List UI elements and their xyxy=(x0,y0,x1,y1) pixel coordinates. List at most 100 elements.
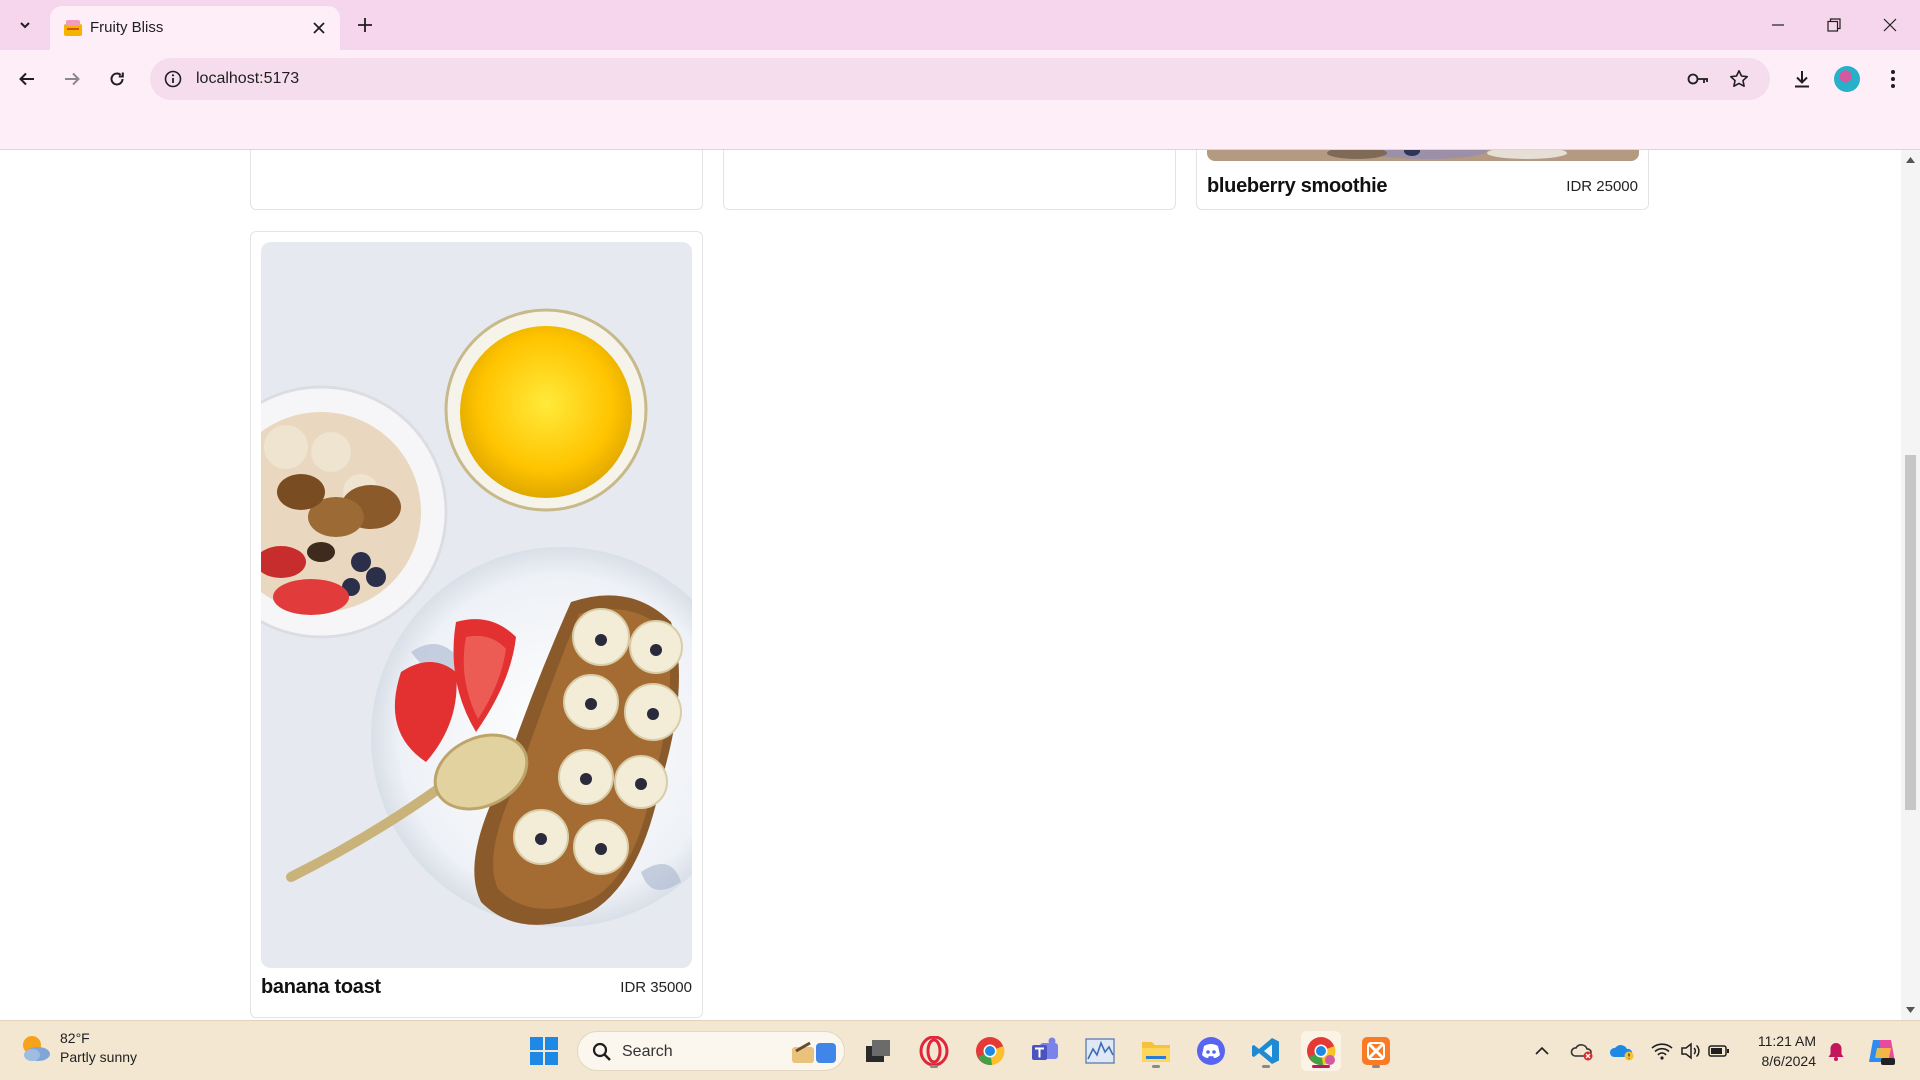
running-indicator xyxy=(930,1065,938,1068)
bookmark-star-button[interactable] xyxy=(1727,67,1751,91)
chrome-icon xyxy=(976,1037,1005,1066)
battery-icon xyxy=(1708,1045,1729,1057)
tab-strip: Fruity Bliss xyxy=(0,0,1920,50)
opera-icon xyxy=(919,1036,949,1066)
product-image xyxy=(261,242,692,968)
search-icon xyxy=(592,1042,611,1061)
xampp-app[interactable] xyxy=(1356,1031,1396,1071)
arrow-right-icon xyxy=(65,72,80,86)
onedrive-icon xyxy=(1609,1045,1634,1061)
windows-logo-icon xyxy=(530,1037,558,1065)
bell-icon xyxy=(1828,1043,1844,1061)
notifications-button[interactable] xyxy=(1822,1031,1850,1071)
discord-app[interactable] xyxy=(1191,1031,1231,1071)
start-button[interactable] xyxy=(524,1031,564,1071)
minimize-icon xyxy=(1772,24,1784,26)
running-indicator xyxy=(1152,1065,1160,1068)
chrome-app[interactable] xyxy=(970,1031,1010,1071)
task-view-button[interactable] xyxy=(858,1031,898,1071)
weather-temperature: 82°F xyxy=(60,1030,90,1046)
taskbar-search[interactable]: Search xyxy=(577,1031,845,1071)
discord-icon xyxy=(1197,1037,1225,1065)
cloud-offline-icon xyxy=(1570,1044,1593,1061)
avatar xyxy=(1834,66,1860,92)
clock[interactable]: 11:21 AM 8/6/2024 xyxy=(1748,1031,1816,1071)
fruit-favicon-icon xyxy=(64,20,82,36)
reload-button[interactable] xyxy=(100,62,134,96)
menu-button[interactable] xyxy=(1876,62,1910,96)
url-text[interactable]: localhost:5173 xyxy=(196,70,299,88)
triangle-down-icon xyxy=(1906,1007,1915,1013)
key-icon xyxy=(1687,73,1708,85)
clock-time: 11:21 AM xyxy=(1757,1033,1816,1049)
chart-app-icon xyxy=(1085,1038,1115,1064)
restore-icon xyxy=(1827,18,1841,32)
page-viewport: blueberry smoothie IDR 25000 banana toas… xyxy=(0,150,1901,1020)
browser-toolbar: localhost:5173 xyxy=(0,50,1920,108)
downloads-button[interactable] xyxy=(1785,62,1819,96)
profile-button[interactable] xyxy=(1830,62,1864,96)
weather-description: Partly sunny xyxy=(60,1049,138,1065)
more-vertical-icon xyxy=(1891,70,1895,88)
cloud-status-button[interactable] xyxy=(1568,1031,1596,1071)
scroll-up-button[interactable] xyxy=(1905,154,1916,166)
restore-button[interactable] xyxy=(1806,0,1862,50)
copilot-button[interactable] xyxy=(1864,1031,1900,1071)
new-tab-button[interactable] xyxy=(350,10,380,40)
volume-button[interactable] xyxy=(1676,1031,1704,1071)
task-view-icon xyxy=(866,1040,890,1062)
product-card[interactable]: banana toast IDR 35000 xyxy=(250,231,703,1018)
chevron-down-icon xyxy=(20,22,30,29)
onedrive-button[interactable] xyxy=(1608,1031,1636,1071)
tab-title: Fruity Bliss xyxy=(90,19,164,36)
info-icon xyxy=(164,70,182,88)
weather-widget[interactable]: 82°F Partly sunny xyxy=(18,1029,137,1067)
chrome-active-app[interactable] xyxy=(1301,1031,1341,1071)
scrollbar-thumb[interactable] xyxy=(1905,455,1916,810)
product-name: blueberry smoothie xyxy=(1207,175,1388,197)
close-icon xyxy=(313,22,325,34)
password-manager-button[interactable] xyxy=(1686,67,1710,91)
product-card[interactable]: blueberry smoothie IDR 25000 xyxy=(1196,150,1649,210)
tab-close-button[interactable] xyxy=(308,17,330,39)
battery-button[interactable] xyxy=(1705,1031,1733,1071)
smoothie-image-icon xyxy=(1207,150,1639,161)
close-window-button[interactable] xyxy=(1862,0,1918,50)
clock-date: 8/6/2024 xyxy=(1761,1053,1817,1069)
reload-icon xyxy=(110,72,124,86)
site-info-button[interactable] xyxy=(162,68,184,90)
chrome-icon xyxy=(1307,1037,1336,1066)
opera-app[interactable] xyxy=(914,1031,954,1071)
speaker-icon xyxy=(1681,1042,1700,1060)
running-indicator xyxy=(1262,1065,1270,1068)
file-explorer-app[interactable] xyxy=(1136,1031,1176,1071)
monitor-app[interactable] xyxy=(1080,1031,1120,1071)
wifi-button[interactable] xyxy=(1648,1031,1676,1071)
page-scrollbar[interactable] xyxy=(1901,150,1920,1020)
product-card[interactable] xyxy=(250,150,703,210)
teams-icon xyxy=(1032,1037,1058,1060)
forward-button[interactable] xyxy=(55,62,89,96)
scroll-down-button[interactable] xyxy=(1905,1004,1916,1016)
show-hidden-icons-button[interactable] xyxy=(1528,1031,1556,1071)
tab-search-button[interactable] xyxy=(10,10,40,40)
active-indicator xyxy=(1312,1065,1330,1068)
vscode-app[interactable] xyxy=(1246,1031,1286,1071)
product-price: IDR 25000 xyxy=(1566,178,1638,195)
running-indicator xyxy=(1372,1065,1380,1068)
address-bar[interactable]: localhost:5173 xyxy=(150,58,1770,100)
chevron-up-icon xyxy=(1535,1046,1549,1055)
active-tab[interactable]: Fruity Bliss xyxy=(50,6,340,50)
plus-icon xyxy=(358,18,372,32)
close-icon xyxy=(1883,18,1897,32)
product-name: banana toast xyxy=(261,976,381,998)
product-card[interactable] xyxy=(723,150,1176,210)
minimize-button[interactable] xyxy=(1750,0,1806,50)
search-label: Search xyxy=(622,1043,673,1060)
teams-app[interactable] xyxy=(1025,1031,1065,1071)
back-button[interactable] xyxy=(10,62,44,96)
partly-sunny-icon xyxy=(23,1036,50,1061)
wifi-icon xyxy=(1651,1043,1673,1060)
search-highlight-icon xyxy=(792,1041,836,1063)
xampp-icon xyxy=(1362,1037,1390,1065)
